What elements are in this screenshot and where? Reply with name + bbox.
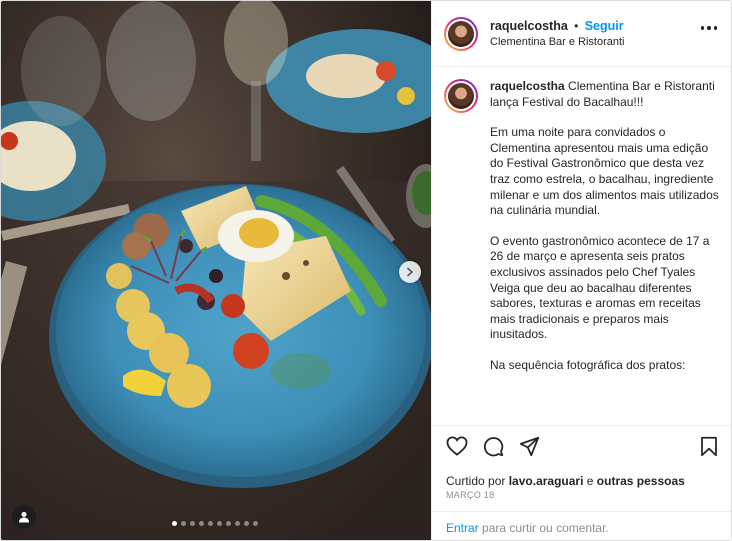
user-tag-icon [19, 512, 29, 523]
login-prompt-text: para curtir ou comentar. [482, 521, 609, 535]
likes-summary: Curtido por lavo.araguari e outras pesso… [446, 474, 685, 488]
carousel-dot [181, 521, 186, 526]
caption-text: raquelcostha Clementina Bar e Ristoranti… [490, 79, 719, 423]
carousel-dot [235, 521, 240, 526]
chevron-right-icon [407, 267, 413, 277]
carousel-dot [172, 521, 177, 526]
more-options-button[interactable] [700, 26, 717, 30]
post-date[interactable]: MARÇO 18 [446, 490, 494, 500]
avatar-image [448, 20, 474, 47]
login-link[interactable]: Entrar [446, 521, 479, 535]
likes-prefix: Curtido por [446, 474, 506, 488]
author-info: raquelcostha • Seguir Clementina Bar e R… [490, 18, 625, 50]
carousel-dot [190, 521, 195, 526]
caption-username[interactable]: raquelcostha [490, 79, 565, 93]
post-location[interactable]: Clementina Bar e Ristoranti [490, 34, 625, 50]
login-prompt: Entrar para curtir ou comentar. [432, 511, 731, 540]
caption-paragraph: O evento gastronômico acontece de 17 a 2… [490, 233, 710, 342]
post-dialog: raquelcostha • Seguir Clementina Bar e R… [0, 0, 732, 541]
carousel-dot [199, 521, 204, 526]
food-photo [1, 1, 431, 540]
caption-paragraph: Em uma noite para convidados o Clementin… [490, 125, 719, 218]
liked-by-others[interactable]: outras pessoas [597, 474, 685, 488]
liked-by-user[interactable]: lavo.araguari [509, 474, 584, 488]
heart-icon[interactable] [446, 436, 468, 456]
caption-avatar[interactable] [444, 79, 478, 113]
action-bar [432, 425, 731, 469]
post-caption: raquelcostha Clementina Bar e Ristoranti… [432, 67, 731, 423]
next-image-button[interactable] [399, 261, 421, 283]
carousel-dot [244, 521, 249, 526]
likes-conjunction: e [586, 474, 594, 488]
share-icon[interactable] [519, 436, 540, 457]
carousel-dot [226, 521, 231, 526]
carousel-dot [253, 521, 258, 526]
tagged-users-button[interactable] [12, 505, 36, 529]
post-sidebar: raquelcostha • Seguir Clementina Bar e R… [431, 1, 731, 540]
post-image [1, 1, 431, 540]
carousel-dot [217, 521, 222, 526]
bookmark-icon[interactable] [700, 436, 718, 457]
follow-button[interactable]: Seguir [585, 19, 624, 33]
comment-icon[interactable] [483, 436, 504, 457]
author-avatar[interactable] [444, 16, 478, 51]
author-username[interactable]: raquelcostha [490, 19, 568, 33]
caption-paragraph: Na sequência fotográfica dos pratos: [490, 357, 686, 372]
carousel-indicator [172, 521, 258, 526]
separator-dot: • [574, 18, 579, 33]
more-options-icon [700, 26, 704, 30]
post-header: raquelcostha • Seguir Clementina Bar e R… [432, 1, 731, 67]
carousel-dot [208, 521, 213, 526]
